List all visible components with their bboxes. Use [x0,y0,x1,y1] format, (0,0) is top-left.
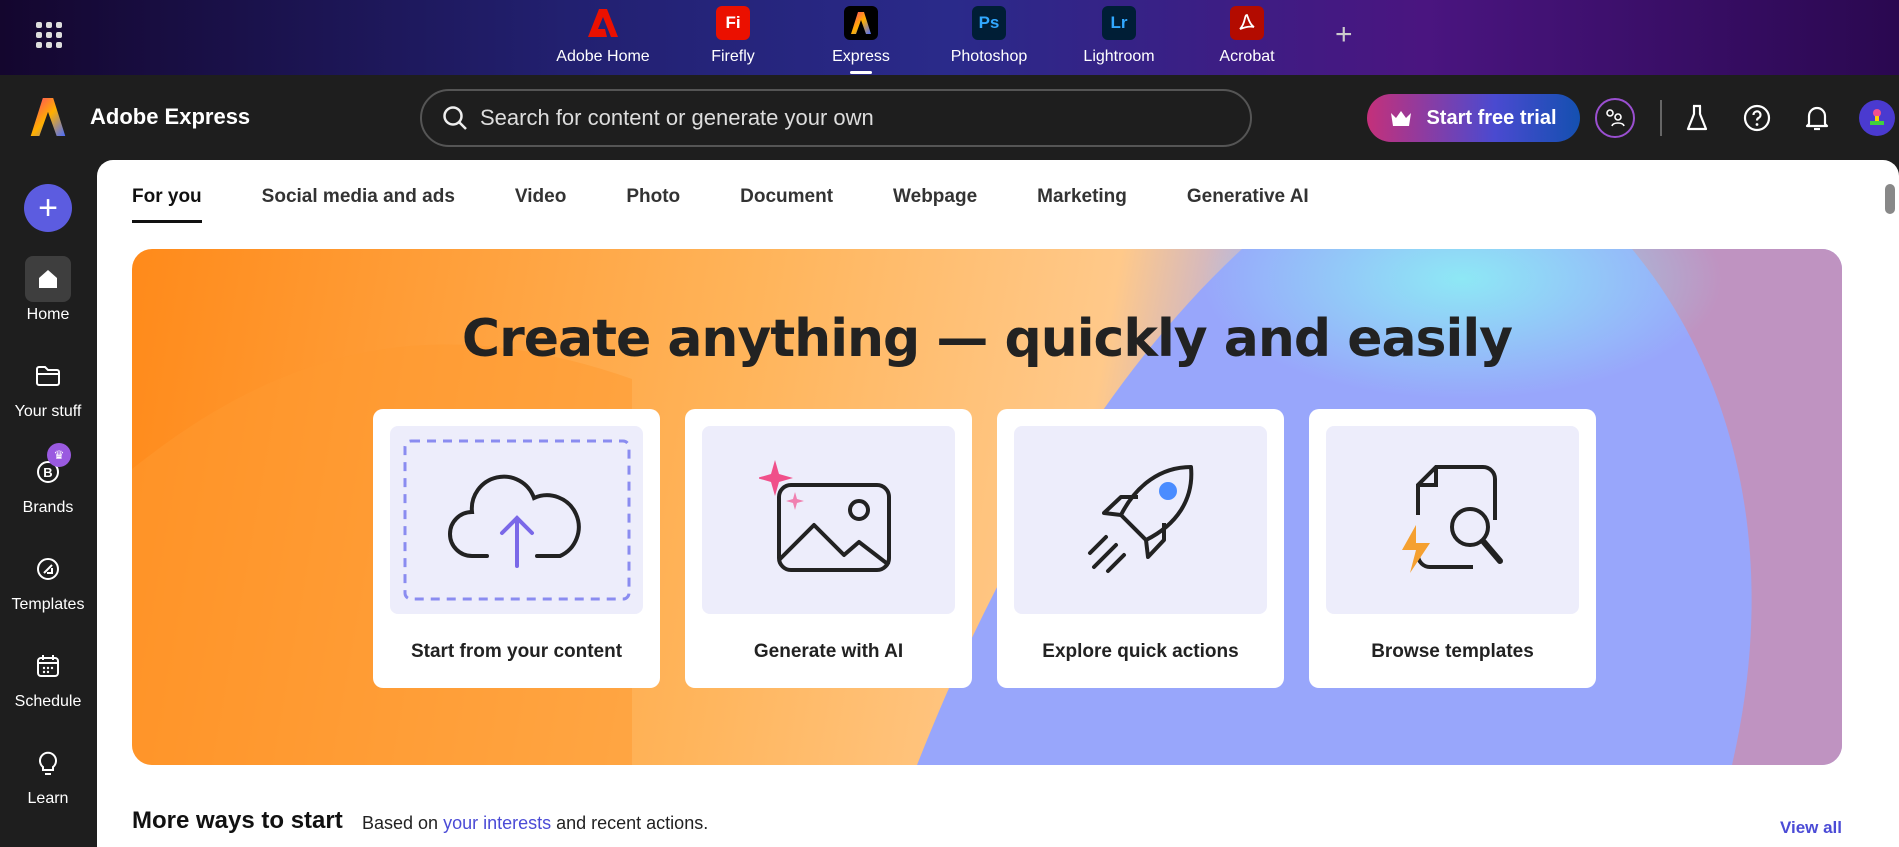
home-icon [25,256,71,302]
hero-banner: Create anything — quickly and easily Sta… [132,249,1842,765]
browse-templates-card[interactable]: Browse templates [1309,409,1596,688]
app-photoshop[interactable]: Ps Photoshop [934,6,1044,66]
hero-title: Create anything — quickly and easily [461,309,1513,369]
express-icon [844,6,878,40]
template-search-icon [1326,426,1579,614]
more-ways-subtitle: Based on your interests and recent actio… [362,813,708,834]
add-app-icon[interactable]: + [1335,18,1353,52]
trial-label: Start free trial [1426,106,1557,129]
start-from-content-card[interactable]: Start from your content [373,409,660,688]
folder-icon [25,353,71,399]
svg-text:B: B [43,465,52,480]
lightroom-icon: Lr [1102,6,1136,40]
active-indicator [850,71,872,74]
view-all-link[interactable]: View all [1780,818,1842,838]
search-icon [443,106,467,130]
app-label: Acrobat [1219,48,1275,65]
tab-photo[interactable]: Photo [626,186,680,223]
tab-video[interactable]: Video [515,186,566,223]
brand-name: Adobe Express [90,104,251,129]
adobe-express-logo[interactable] [30,98,66,141]
sidebar-label: Your stuff [14,403,82,420]
user-avatar[interactable] [1859,100,1895,136]
adobe-home-icon [586,6,620,40]
upload-cloud-icon [390,426,643,614]
app-acrobat[interactable]: Acrobat [1192,6,1302,66]
start-free-trial-button[interactable]: Start free trial [1367,94,1580,142]
explore-quick-actions-card[interactable]: Explore quick actions [997,409,1284,688]
subtitle-prefix: Based on [362,813,444,833]
invite-people-icon[interactable] [1595,98,1635,138]
more-ways-heading: More ways to start [132,807,343,834]
app-switcher-bar: Adobe Home Fi Firefly Express Ps Photosh… [0,0,1899,75]
app-label: Lightroom [1083,48,1155,65]
card-label: Generate with AI [753,641,904,662]
sidebar-label: Schedule [14,693,82,710]
app-adobe-home[interactable]: Adobe Home [548,6,658,66]
templates-icon [25,546,71,592]
sidebar-item-your-stuff[interactable]: Your stuff [0,353,96,421]
tab-generative-ai[interactable]: Generative AI [1187,186,1309,223]
tab-document[interactable]: Document [740,186,833,223]
tab-for-you[interactable]: For you [132,186,202,223]
category-tabs: For you Social media and ads Video Photo… [132,186,1369,223]
acrobat-icon [1230,6,1264,40]
calendar-icon [25,643,71,689]
search-placeholder: Search for content or generate your own [480,105,874,130]
help-icon[interactable] [1739,100,1775,136]
card-label: Explore quick actions [1042,641,1239,662]
apps-grid-icon[interactable] [36,22,62,48]
main-content: For you Social media and ads Video Photo… [97,160,1899,847]
sidebar-label: Templates [11,596,85,613]
tab-social-media-and-ads[interactable]: Social media and ads [262,186,455,223]
crown-icon [1391,111,1412,126]
card-label: Start from your content [410,641,623,662]
subtitle-suffix: and recent actions. [551,813,709,833]
tab-marketing[interactable]: Marketing [1037,186,1127,223]
sidebar-label: Brands [22,499,74,516]
firefly-icon: Fi [716,6,750,40]
your-interests-link[interactable]: your interests [443,813,551,833]
search-input[interactable]: Search for content or generate your own [420,89,1252,147]
app-label: Adobe Home [556,48,650,65]
app-lightroom[interactable]: Lr Lightroom [1064,6,1174,66]
labs-flask-icon[interactable] [1679,100,1715,136]
sidebar-item-schedule[interactable]: Schedule [0,643,96,711]
sidebar-item-learn[interactable]: Learn [0,740,96,808]
app-label: Express [832,48,890,65]
card-label: Browse templates [1371,641,1534,662]
app-label: Firefly [711,48,755,65]
generate-with-ai-card[interactable]: Generate with AI [685,409,972,688]
notifications-bell-icon[interactable] [1799,100,1835,136]
brands-icon: B ♛ [25,443,71,495]
sidebar-item-templates[interactable]: Templates [0,546,96,614]
sidebar-label: Learn [27,790,69,807]
sidebar-item-home[interactable]: Home [0,256,96,324]
app-label: Photoshop [950,48,1028,65]
rocket-icon [1014,426,1267,614]
header-divider [1660,100,1662,136]
app-express[interactable]: Express [806,6,916,74]
lightbulb-icon [25,740,71,786]
sidebar-label: Home [26,306,70,323]
photoshop-icon: Ps [972,6,1006,40]
app-firefly[interactable]: Fi Firefly [678,6,788,66]
create-new-button[interactable]: + [24,184,72,232]
premium-crown-icon: ♛ [47,443,71,467]
tab-webpage[interactable]: Webpage [893,186,977,223]
scrollbar-thumb[interactable] [1885,184,1895,214]
sidebar-item-brands[interactable]: B ♛ Brands [0,443,96,517]
ai-image-icon [702,426,955,614]
